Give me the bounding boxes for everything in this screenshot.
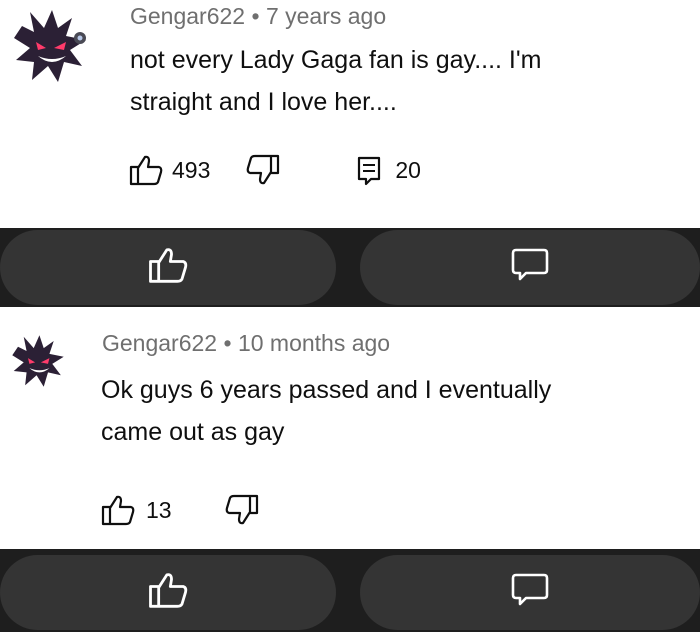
thumbs-down-icon [224, 493, 260, 527]
like-count: 493 [172, 156, 211, 183]
action-bar [0, 549, 700, 632]
comment-actions: 493 20 [128, 153, 421, 187]
comment-meta: Gengar622 • 7 years ago [130, 3, 386, 30]
comment-text: not every Lady Gaga fan is gay.... I'm s… [130, 39, 541, 123]
meta-separator: • [223, 330, 232, 356]
like-button[interactable]: 493 [128, 153, 210, 187]
bar-comment-button[interactable] [360, 230, 700, 305]
timestamp[interactable]: 7 years ago [266, 3, 386, 29]
timestamp[interactable]: 10 months ago [238, 330, 390, 356]
reply-comment-icon [355, 153, 383, 187]
thumbs-up-icon [128, 153, 164, 187]
comment-card: Gengar622 • 10 months ago Ok guys 6 year… [0, 307, 700, 549]
comment-card: Gengar622 • 7 years ago not every Lady G… [0, 0, 700, 228]
comment-actions: 13 [100, 493, 260, 527]
comment-text-line: came out as gay [101, 418, 285, 446]
dislike-button[interactable] [245, 153, 281, 187]
comment-text: Ok guys 6 years passed and I eventually … [101, 369, 551, 453]
like-button[interactable]: 13 [100, 493, 172, 527]
thumbs-down-icon [245, 153, 281, 187]
dislike-button[interactable] [224, 493, 260, 527]
meta-separator: • [251, 3, 260, 29]
bar-like-button[interactable] [0, 555, 336, 630]
bar-comment-button[interactable] [360, 555, 700, 630]
comment-text-line: Ok guys 6 years passed and I eventually [101, 376, 552, 404]
thumbs-up-icon [100, 493, 136, 527]
speech-bubble-icon [510, 246, 550, 289]
comment-text-line: not every Lady Gaga fan is gay.... I'm [130, 46, 542, 74]
thumbs-up-icon [147, 245, 189, 290]
comment-text-line: straight and I love her.... [130, 88, 397, 116]
reply-button[interactable]: 20 [355, 153, 421, 187]
comment-meta: Gengar622 • 10 months ago [102, 330, 390, 357]
action-bar [0, 228, 700, 307]
author-name[interactable]: Gengar622 [102, 330, 217, 356]
bar-like-button[interactable] [0, 230, 336, 305]
reply-count: 20 [395, 156, 421, 183]
gengar-avatar[interactable] [8, 4, 92, 88]
gengar-avatar[interactable] [8, 331, 68, 391]
speech-bubble-icon [510, 571, 550, 614]
like-count: 13 [146, 496, 172, 523]
author-name[interactable]: Gengar622 [130, 3, 245, 29]
thumbs-up-icon [147, 570, 189, 615]
